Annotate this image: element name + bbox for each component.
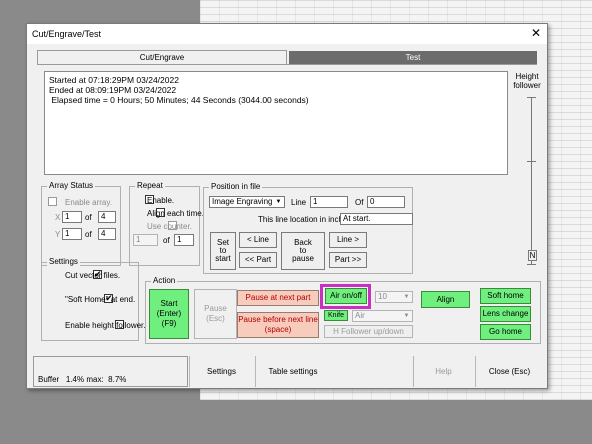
align-each-time-label: Align each time. bbox=[147, 209, 204, 218]
set-to-start-line: start bbox=[215, 254, 231, 263]
power-value: 10 bbox=[378, 292, 387, 301]
engraving-mode-value: Image Engraving bbox=[212, 197, 273, 206]
array-x-input[interactable]: 1 bbox=[62, 211, 82, 223]
enable-array-label: Enable array. bbox=[65, 198, 112, 207]
engraving-mode-select[interactable]: Image Engraving ▼ bbox=[209, 196, 285, 208]
height-follower-slider-track[interactable] bbox=[531, 97, 532, 265]
array-x-total: 4 bbox=[98, 211, 116, 223]
back-to-pause-line: pause bbox=[292, 254, 314, 263]
start-label: Start bbox=[160, 299, 178, 308]
settings-title: Settings bbox=[47, 257, 80, 266]
height-follower-label-line: Height bbox=[515, 72, 539, 81]
tab-test[interactable]: Test bbox=[289, 51, 537, 65]
height-follower-label: Height follower bbox=[513, 72, 541, 90]
pause-button[interactable]: Pause (Esc) bbox=[194, 289, 237, 339]
h-follower-up-down-button[interactable]: H Follower up/down bbox=[324, 325, 413, 338]
air-select-value: Air bbox=[355, 311, 365, 320]
of-label: Of bbox=[355, 198, 364, 207]
buffer-label: Buffer bbox=[38, 375, 60, 384]
previous-line-button[interactable]: < Line bbox=[239, 232, 277, 248]
air-on-off-button[interactable]: Air on/off bbox=[325, 288, 367, 304]
start-button[interactable]: Start (Enter)(F9) bbox=[149, 289, 189, 339]
height-follower-label-line: follower bbox=[513, 81, 541, 90]
next-part-button[interactable]: Part >> bbox=[329, 252, 367, 268]
soft-home-button[interactable]: Soft home bbox=[480, 288, 531, 304]
use-counter-label: Use counter. bbox=[147, 222, 192, 231]
lens-change-button[interactable]: Lens change bbox=[480, 306, 531, 322]
position-title: Position in file bbox=[209, 182, 263, 191]
go-home-button[interactable]: Go home bbox=[480, 324, 531, 340]
next-line-button[interactable]: Line > bbox=[329, 232, 367, 248]
close-button[interactable]: Close (Esc) bbox=[475, 356, 543, 387]
enable-array-checkbox[interactable] bbox=[48, 197, 57, 207]
max-label: max: bbox=[86, 375, 104, 384]
previous-part-button[interactable]: << Part bbox=[239, 252, 277, 268]
array-y-total: 4 bbox=[98, 228, 116, 240]
array-x-of-label: of bbox=[85, 213, 92, 222]
cut-vector-label: Cut vector files. bbox=[65, 271, 121, 280]
array-status-title: Array Status bbox=[47, 181, 96, 190]
log-line: Elapsed time = 0 Hours; 50 Minutes; 44 S… bbox=[49, 95, 309, 105]
start-shortcut: (Enter)(F9) bbox=[156, 309, 182, 328]
line-input[interactable]: 1 bbox=[310, 196, 348, 208]
repeat-title: Repeat bbox=[135, 181, 165, 190]
chevron-down-icon: ▼ bbox=[403, 313, 410, 319]
log-line: Started at 07:18:29PM 03/24/2022 bbox=[49, 75, 179, 85]
pause-before-next-line-label: Pause before next line bbox=[238, 315, 318, 324]
table-settings-button[interactable]: Table settings bbox=[255, 356, 330, 387]
height-follower-tick bbox=[527, 97, 536, 98]
max-percent: 8.7% bbox=[108, 375, 127, 384]
line-label: Line bbox=[291, 198, 307, 207]
pause-shortcut: (Esc) bbox=[206, 314, 225, 323]
array-y-of-label: of bbox=[85, 230, 92, 239]
settings-button[interactable]: Settings bbox=[189, 356, 253, 387]
align-button[interactable]: Align bbox=[421, 291, 470, 308]
chevron-down-icon: ▼ bbox=[275, 199, 282, 205]
of-value: 0 bbox=[367, 196, 405, 208]
title-bar: Cut/Engrave/Test ✕ bbox=[27, 24, 547, 44]
height-follower-tick bbox=[527, 264, 536, 265]
line-location-label: This line location in inches bbox=[258, 215, 352, 224]
height-follower-n-button[interactable]: N bbox=[528, 250, 537, 261]
log-line: Ended at 08:09:19PM 03/24/2022 bbox=[49, 85, 177, 95]
pause-before-next-line-shortcut: (space) bbox=[264, 325, 292, 334]
set-to-start-button[interactable]: Set to start bbox=[210, 232, 236, 270]
window-title: Cut/Engrave/Test bbox=[32, 29, 102, 39]
pause-before-next-line-button[interactable]: Pause before next line (space) bbox=[237, 312, 319, 338]
buffer-status-text: Buffer 1.4% max: 8.7% bbox=[38, 375, 126, 384]
tab-cut-engrave[interactable]: Cut/Engrave bbox=[37, 50, 287, 64]
action-title: Action bbox=[151, 276, 178, 285]
array-y-input[interactable]: 1 bbox=[62, 228, 82, 240]
close-icon[interactable]: ✕ bbox=[531, 26, 541, 40]
pause-at-next-part-button[interactable]: Pause at next part bbox=[237, 290, 319, 306]
buffer-status-panel: Buffer 1.4% max: 8.7% bbox=[33, 356, 188, 387]
job-log: Started at 07:18:29PM 03/24/2022 Ended a… bbox=[44, 71, 508, 175]
tab-divider bbox=[37, 64, 537, 65]
array-x-label: X bbox=[55, 213, 61, 222]
counter-total: 1 bbox=[174, 234, 194, 246]
line-location-value: At start. bbox=[340, 213, 413, 225]
soft-home-at-end-label: "Soft Home" at end. bbox=[65, 295, 136, 304]
buffer-percent: 1.4% bbox=[65, 375, 85, 384]
power-select[interactable]: 10 ▼ bbox=[375, 291, 413, 303]
help-button[interactable]: Help bbox=[413, 356, 473, 387]
chevron-down-icon: ▼ bbox=[403, 294, 410, 300]
pause-label: Pause bbox=[204, 304, 227, 313]
repeat-enable-label: Enable. bbox=[147, 196, 175, 205]
back-to-pause-button[interactable]: Back to pause bbox=[281, 232, 325, 270]
cut-engrave-test-window: Cut/Engrave/Test ✕ Cut/Engrave Test Star… bbox=[26, 23, 548, 389]
knife-button[interactable]: Knife bbox=[324, 310, 348, 321]
height-follower-checkbox-label: Enable height follower. bbox=[65, 321, 146, 330]
height-follower-tick bbox=[527, 161, 536, 162]
array-y-label: Y bbox=[55, 230, 61, 239]
counter-of-label: of bbox=[163, 236, 170, 245]
air-select[interactable]: Air ▼ bbox=[352, 310, 413, 322]
counter-value-input[interactable]: 1 bbox=[133, 234, 158, 246]
